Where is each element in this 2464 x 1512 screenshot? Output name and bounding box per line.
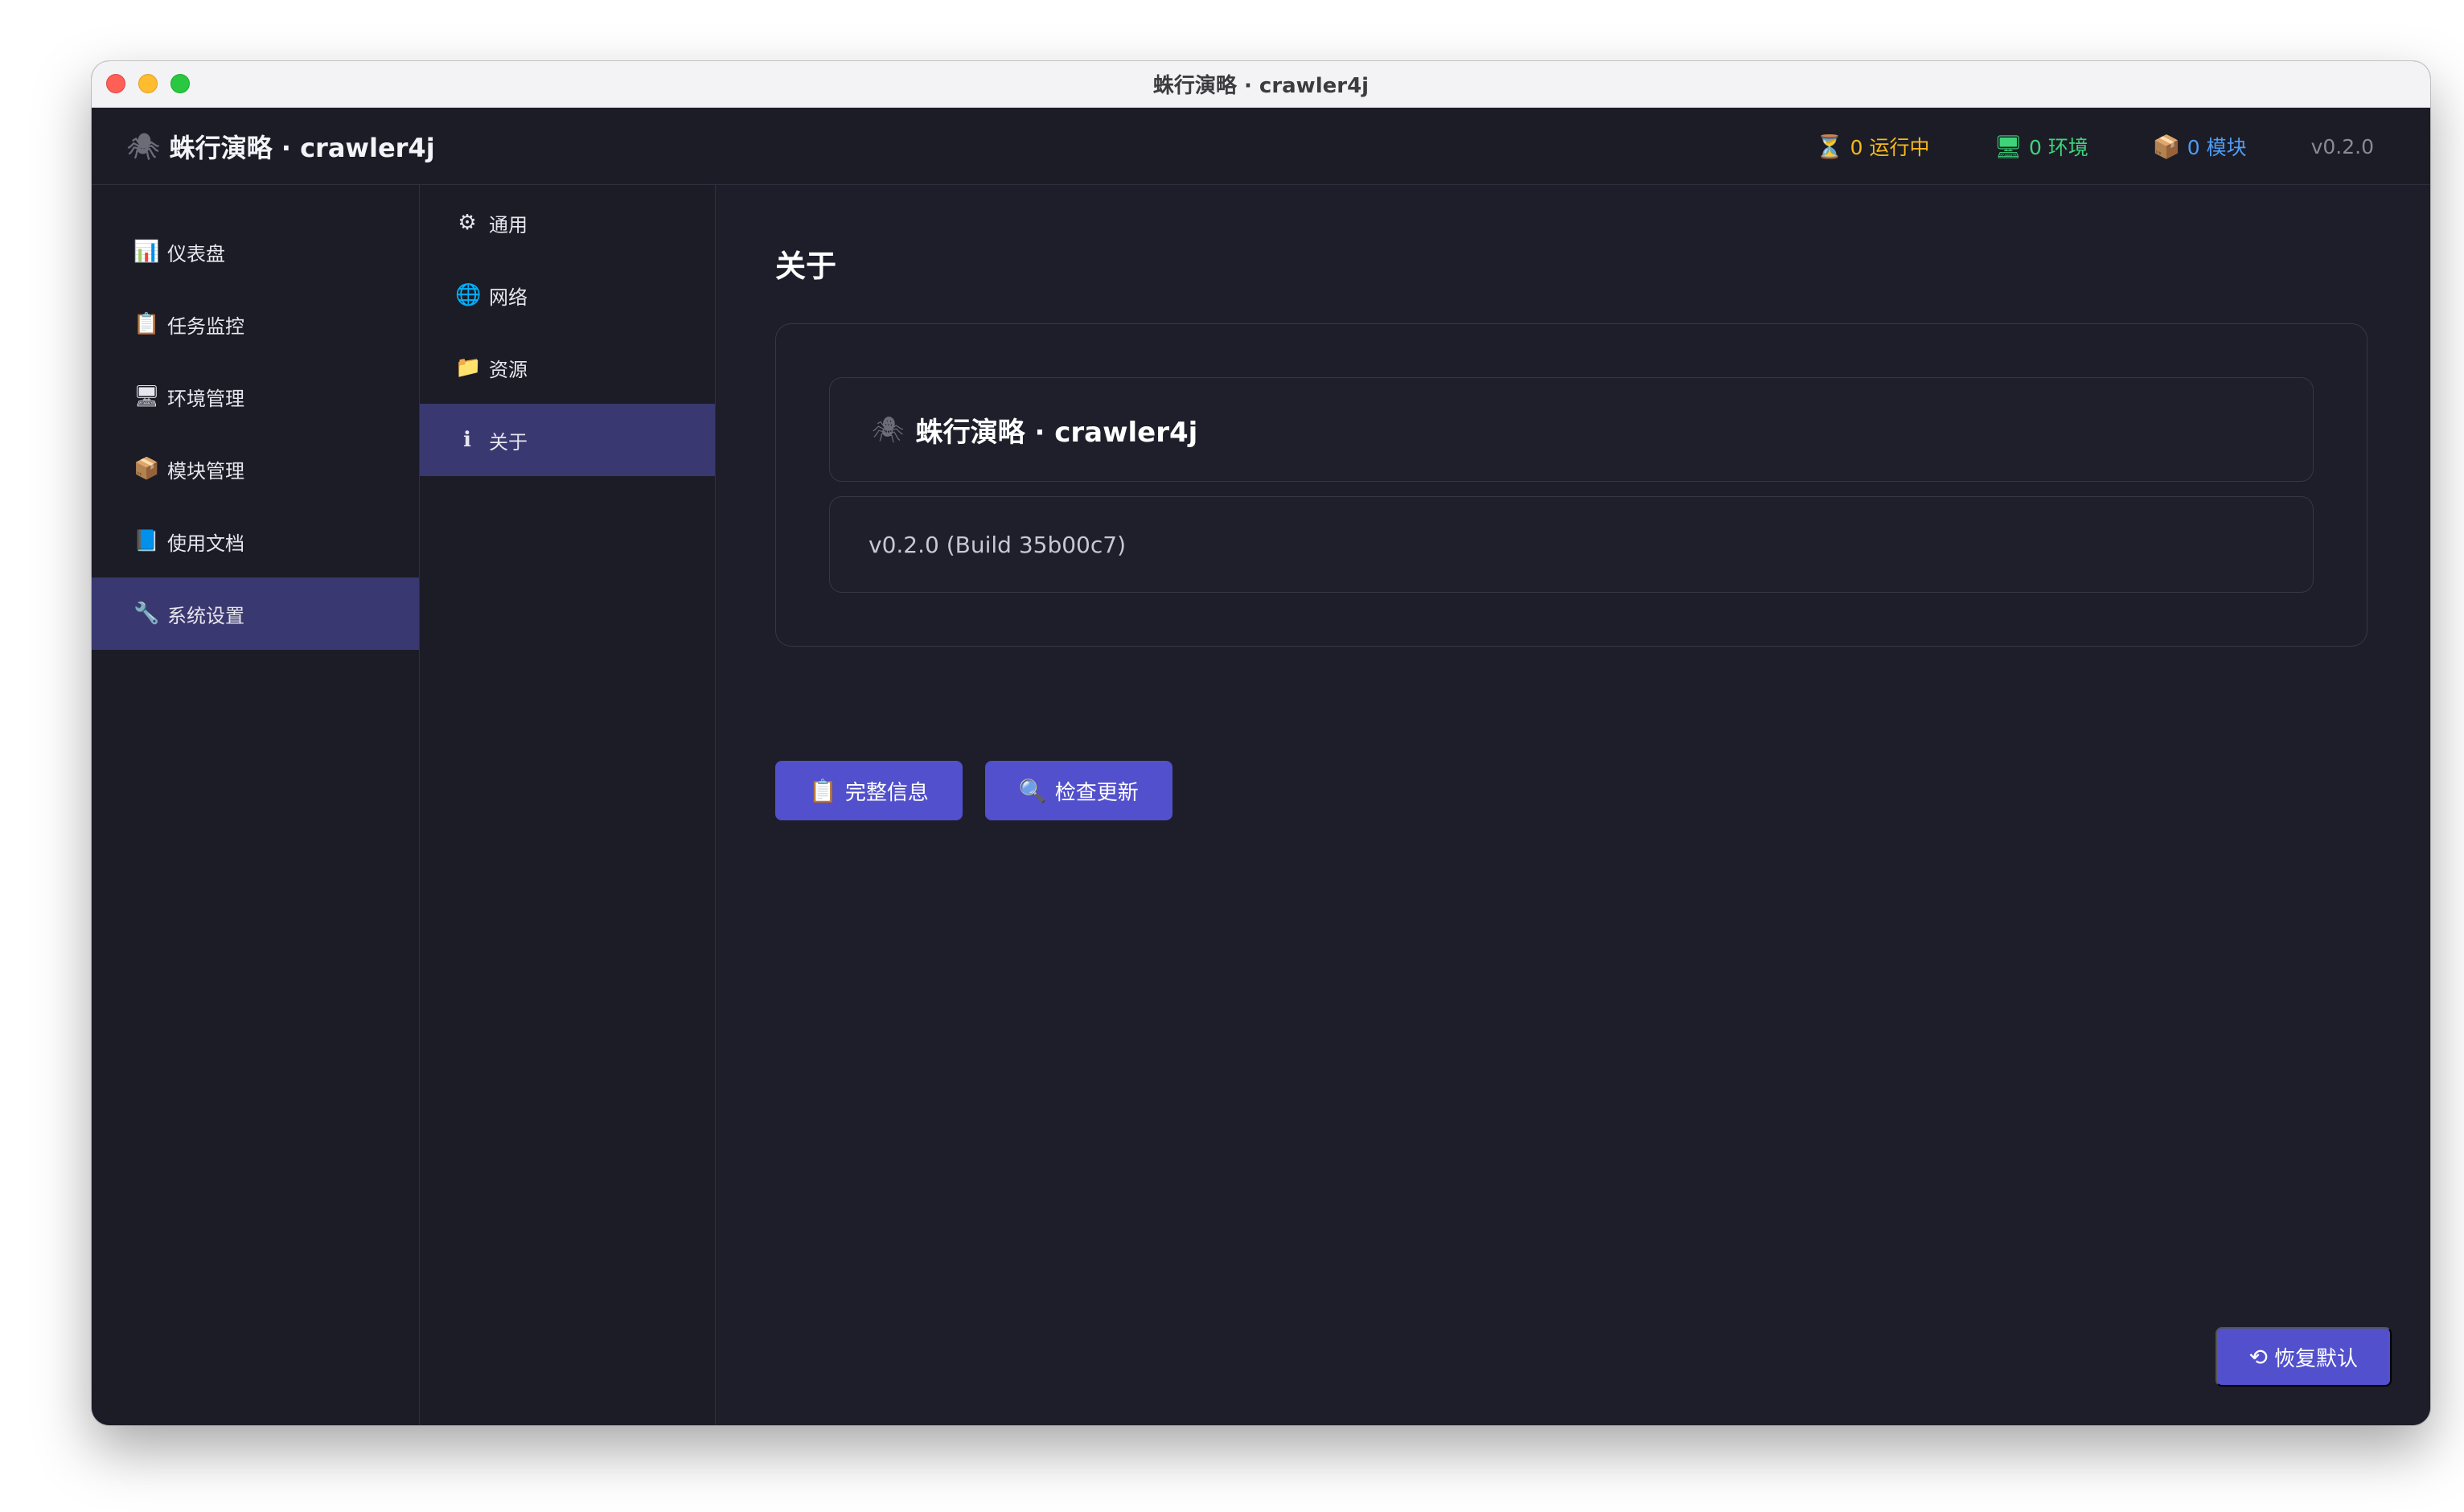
running-stat[interactable]: ⏳ 0 运行中 — [1816, 132, 1930, 161]
sidebar: 📊 仪表盘 📋 任务监控 🖥 环境管理 📦 模块管理 📘 使用文档 🔧 系统设置 — [92, 185, 420, 1425]
sidebar-item-label: 环境管理 — [167, 387, 244, 410]
title-bar: 蛛行演略 · crawler4j — [92, 61, 2430, 108]
brand-title: 蛛行演略 · crawler4j — [169, 133, 435, 163]
subnav-item-resources[interactable]: 📁 资源 — [420, 331, 715, 404]
monitor-icon: 🖥 — [133, 384, 161, 409]
subnav-item-label: 通用 — [489, 213, 528, 236]
subnav-item-general[interactable]: ⚙ 通用 — [420, 187, 715, 259]
clipboard-icon: 📋 — [809, 778, 837, 803]
settings-subnav: ⚙ 通用 🌐 网络 📁 资源 ℹ 关于 — [420, 185, 716, 1425]
sidebar-item-label: 仪表盘 — [167, 242, 225, 265]
main-content: 关于 🕷 蛛行演略 · crawler4j v0.2.0 (Build 35b0… — [716, 185, 2430, 1425]
sidebar-item-label: 系统设置 — [167, 604, 244, 627]
app-header: 🕷 蛛行演略 · crawler4j ⏳ 0 运行中 🖥 0 环境 📦 0 模块… — [92, 108, 2430, 185]
clipboard-icon: 📋 — [133, 312, 160, 336]
running-count: 0 运行中 — [1850, 136, 1930, 159]
app-name: 蛛行演略 · crawler4j — [915, 416, 1198, 449]
full-info-label: 完整信息 — [844, 779, 929, 804]
action-buttons: 📋 完整信息 🔍 检查更新 — [775, 761, 1172, 820]
package-icon: 📦 — [2152, 133, 2181, 160]
sidebar-item-label: 任务监控 — [167, 314, 244, 338]
package-icon: 📦 — [133, 457, 160, 481]
check-update-button[interactable]: 🔍 检查更新 — [984, 761, 1172, 820]
modules-count: 0 模块 — [2187, 136, 2247, 159]
monitor-icon: 🖥 — [1994, 133, 2023, 160]
app-window: 蛛行演略 · crawler4j 🕷 蛛行演略 · crawler4j ⏳ 0 … — [92, 61, 2430, 1425]
version-badge: v0.2.0 — [2310, 134, 2374, 158]
subnav-item-network[interactable]: 🌐 网络 — [420, 259, 715, 331]
env-stat[interactable]: 🖥 0 环境 — [1994, 132, 2088, 161]
info-icon: ℹ — [463, 428, 471, 452]
page-title: 关于 — [775, 249, 837, 284]
full-info-button[interactable]: 📋 完整信息 — [775, 761, 963, 820]
sidebar-item-task-monitor[interactable]: 📋 任务监控 — [92, 288, 419, 360]
subnav-item-label: 关于 — [489, 430, 528, 454]
hourglass-icon: ⏳ — [1815, 133, 1844, 160]
gear-icon: ⚙ — [458, 211, 477, 235]
sidebar-item-settings[interactable]: 🔧 系统设置 — [92, 577, 419, 650]
globe-icon: 🌐 — [455, 283, 482, 307]
env-count: 0 环境 — [2029, 136, 2088, 159]
subnav-item-label: 网络 — [489, 286, 528, 309]
book-icon: 📘 — [133, 529, 160, 553]
traffic-lights — [106, 74, 190, 93]
folder-icon: 📁 — [455, 355, 482, 380]
about-card: 🕷 蛛行演略 · crawler4j v0.2.0 (Build 35b00c7… — [775, 323, 2367, 647]
sidebar-item-environments[interactable]: 🖥 环境管理 — [92, 360, 419, 433]
check-update-label: 检查更新 — [1054, 779, 1139, 804]
sidebar-item-label: 使用文档 — [167, 532, 244, 555]
refresh-icon: ⟲ — [2248, 1344, 2268, 1370]
subnav-item-label: 资源 — [489, 358, 528, 381]
build-version: v0.2.0 (Build 35b00c7) — [869, 531, 1126, 558]
magnifier-icon: 🔍 — [1018, 778, 1047, 803]
bar-chart-icon: 📊 — [133, 240, 160, 264]
window-title: 蛛行演略 · crawler4j — [1152, 74, 1370, 98]
sidebar-item-modules[interactable]: 📦 模块管理 — [92, 433, 419, 505]
header-stats: ⏳ 0 运行中 🖥 0 环境 📦 0 模块 v0.2.0 — [1751, 108, 2374, 185]
brand: 🕷 蛛行演略 · crawler4j — [127, 108, 435, 185]
reset-defaults-label: 恢复默认 — [2273, 1346, 2358, 1370]
sidebar-item-docs[interactable]: 📘 使用文档 — [92, 505, 419, 577]
spider-icon: 🕷 — [872, 414, 905, 445]
spider-icon: 🕷 — [127, 131, 160, 162]
subnav-item-about[interactable]: ℹ 关于 — [420, 404, 715, 476]
minimize-window-button[interactable] — [138, 74, 158, 93]
modules-stat[interactable]: 📦 0 模块 — [2153, 132, 2247, 161]
app-name-row: 🕷 蛛行演略 · crawler4j — [829, 377, 2314, 482]
reset-defaults-button[interactable]: ⟲ 恢复默认 — [2215, 1327, 2392, 1387]
close-window-button[interactable] — [106, 74, 125, 93]
build-row: v0.2.0 (Build 35b00c7) — [829, 496, 2314, 593]
zoom-window-button[interactable] — [170, 74, 190, 93]
wrench-icon: 🔧 — [133, 602, 160, 626]
sidebar-item-dashboard[interactable]: 📊 仪表盘 — [92, 216, 419, 288]
sidebar-item-label: 模块管理 — [167, 459, 244, 483]
